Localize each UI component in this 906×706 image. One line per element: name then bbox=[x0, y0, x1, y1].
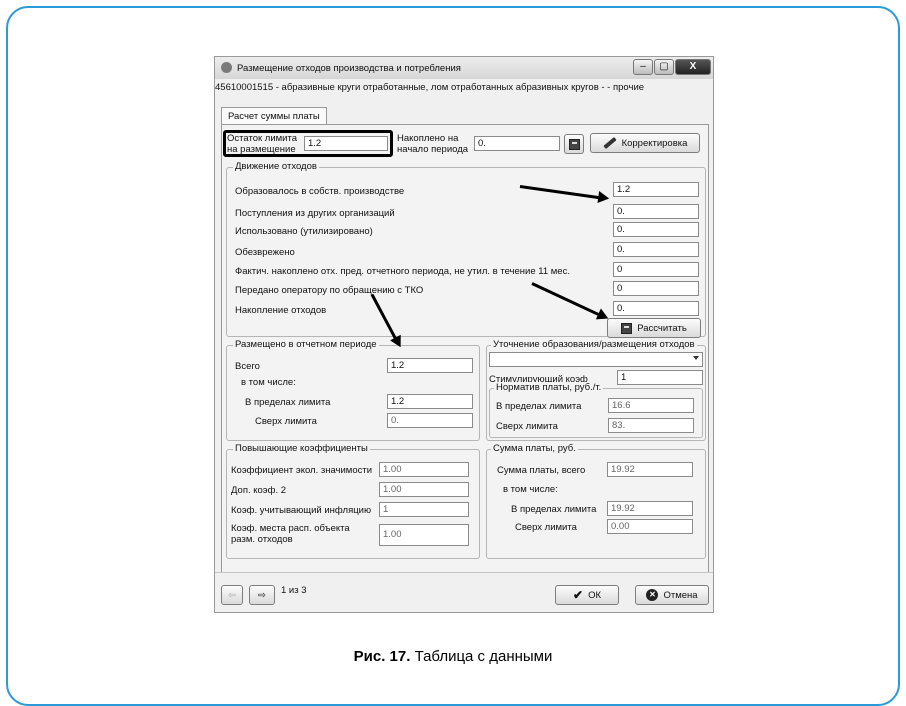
footer-bar: ⇦ ⇨ 1 из 3 ✔ ОК ✕ Отмена bbox=[215, 572, 713, 612]
movement-group: Движение отходов Образовалось в собств. … bbox=[226, 161, 706, 338]
page-indicator: 1 из 3 bbox=[281, 585, 307, 596]
calculator-icon bbox=[621, 322, 633, 334]
sum-total-input[interactable]: 19.92 bbox=[607, 462, 693, 477]
coef-input-0[interactable]: 1.00 bbox=[379, 462, 469, 477]
movement-label-2: Использовано (утилизировано) bbox=[235, 226, 373, 237]
check-icon: ✔ bbox=[573, 588, 584, 602]
norm-within-input[interactable]: 16.6 bbox=[608, 398, 694, 413]
movement-input-3[interactable]: 0. bbox=[613, 242, 699, 257]
movement-label-6: Накопление отходов bbox=[235, 305, 327, 316]
sum-over-label: Сверх лимита bbox=[515, 522, 577, 533]
refine-combo[interactable] bbox=[489, 352, 703, 367]
movement-label-1: Поступления из других организаций bbox=[235, 208, 395, 219]
coef-label-2: Коэф. учитывающий инфляцию bbox=[231, 505, 372, 516]
coef-label-0: Коэффициент экол. значимости bbox=[231, 465, 373, 476]
coef-input-2[interactable]: 1 bbox=[379, 502, 469, 517]
calculate-button-label: Рассчитать bbox=[637, 322, 687, 334]
limit-highlight bbox=[223, 130, 393, 157]
calculator-button[interactable] bbox=[564, 134, 584, 154]
maximize-button[interactable]: ▢ bbox=[654, 59, 674, 75]
coefs-legend: Повышающие коэффициенты bbox=[233, 443, 370, 454]
coef-label-1: Доп. коэф. 2 bbox=[231, 485, 287, 496]
movement-input-4[interactable]: 0 bbox=[613, 262, 699, 277]
coef-input-3[interactable]: 1.00 bbox=[379, 524, 469, 546]
sum-within-input[interactable]: 19.92 bbox=[607, 501, 693, 516]
ok-button[interactable]: ✔ ОК bbox=[555, 585, 619, 605]
movement-input-6[interactable]: 0. bbox=[613, 301, 699, 316]
ok-button-label: ОК bbox=[588, 589, 601, 601]
tab-payment-calc[interactable]: Расчет суммы платы bbox=[221, 107, 327, 125]
caption-number: Рис. 17. bbox=[353, 648, 411, 665]
coef-label-3: Коэф. места расп. объекта разм. отходов bbox=[231, 523, 350, 545]
close-button[interactable]: X bbox=[675, 59, 711, 75]
placed-including: в том числе: bbox=[241, 377, 296, 388]
movement-label-4: Фактич. накоплено отх. пред. отчетного п… bbox=[235, 266, 570, 277]
correction-button[interactable]: Корректировка bbox=[590, 133, 700, 153]
waste-code-header: 45610001515 - абразивные круги отработан… bbox=[215, 82, 645, 93]
placed-within-label: В пределах лимита bbox=[245, 397, 331, 408]
figure-caption: Рис. 17. Таблица с данными bbox=[0, 648, 906, 665]
stim-input[interactable]: 1 bbox=[617, 370, 703, 385]
forward-button[interactable]: ⇨ bbox=[249, 585, 275, 605]
refine-group: Уточнение образования/размещения отходов… bbox=[486, 339, 706, 441]
chevron-down-icon bbox=[693, 356, 699, 360]
placed-total-label: Всего bbox=[235, 361, 260, 372]
accumulated-label: Накоплено на начало периода bbox=[397, 133, 469, 155]
sum-total-label: Сумма платы, всего bbox=[497, 465, 586, 476]
sum-within-label: В пределах лимита bbox=[511, 504, 597, 515]
cancel-icon: ✕ bbox=[646, 589, 659, 601]
calculate-button[interactable]: Рассчитать bbox=[607, 318, 701, 338]
placed-over-label: Сверх лимита bbox=[255, 416, 317, 427]
placed-over-input[interactable]: 0. bbox=[387, 413, 473, 428]
sum-legend: Сумма платы, руб. bbox=[491, 443, 578, 454]
minimize-button[interactable]: – bbox=[633, 59, 653, 75]
placed-within-input[interactable]: 1.2 bbox=[387, 394, 473, 409]
norm-over-label: Сверх лимита bbox=[496, 421, 558, 432]
dialog-window: Размещение отходов производства и потреб… bbox=[214, 56, 714, 613]
norm-group: Норматив платы, руб./т. В пределах лимит… bbox=[489, 382, 703, 438]
movement-legend: Движение отходов bbox=[233, 161, 319, 172]
cancel-button[interactable]: ✕ Отмена bbox=[635, 585, 709, 605]
correction-button-label: Корректировка bbox=[621, 137, 688, 149]
placed-total-input[interactable]: 1.2 bbox=[387, 358, 473, 373]
back-button[interactable]: ⇦ bbox=[221, 585, 243, 605]
movement-input-2[interactable]: 0. bbox=[613, 222, 699, 237]
sum-group: Сумма платы, руб. Сумма платы, всего 19.… bbox=[486, 443, 706, 559]
norm-over-input[interactable]: 83. bbox=[608, 418, 694, 433]
movement-input-5[interactable]: 0 bbox=[613, 281, 699, 296]
accumulated-input[interactable]: 0. bbox=[474, 136, 560, 151]
calculator-icon bbox=[568, 138, 580, 150]
cancel-button-label: Отмена bbox=[663, 589, 698, 601]
placed-group: Размещено в отчетном периоде Всего 1.2 в… bbox=[226, 339, 480, 441]
placed-legend: Размещено в отчетном периоде bbox=[233, 339, 379, 350]
app-icon bbox=[221, 62, 232, 73]
norm-legend: Норматив платы, руб./т. bbox=[494, 382, 604, 393]
sum-including: в том числе: bbox=[503, 484, 558, 495]
caption-text: Таблица с данными bbox=[410, 648, 553, 665]
tab-panel: Остаток лимита на размещение 1.2 Накопле… bbox=[221, 124, 709, 574]
coefs-group: Повышающие коэффициенты Коэффициент экол… bbox=[226, 443, 480, 559]
coef-input-1[interactable]: 1.00 bbox=[379, 482, 469, 497]
sum-over-input[interactable]: 0.00 bbox=[607, 519, 693, 534]
movement-label-0: Образовалось в собств. производстве bbox=[235, 186, 405, 197]
movement-label-3: Обезврежено bbox=[235, 247, 295, 258]
movement-input-0[interactable]: 1.2 bbox=[613, 182, 699, 197]
movement-input-1[interactable]: 0. bbox=[613, 204, 699, 219]
title-bar: Размещение отходов производства и потреб… bbox=[215, 57, 713, 79]
refine-legend: Уточнение образования/размещения отходов bbox=[491, 339, 697, 350]
movement-label-5: Передано оператору по обращению с ТКО bbox=[235, 285, 424, 296]
norm-within-label: В пределах лимита bbox=[496, 401, 582, 412]
window-title: Размещение отходов производства и потреб… bbox=[237, 63, 461, 74]
pencil-icon bbox=[602, 136, 617, 150]
